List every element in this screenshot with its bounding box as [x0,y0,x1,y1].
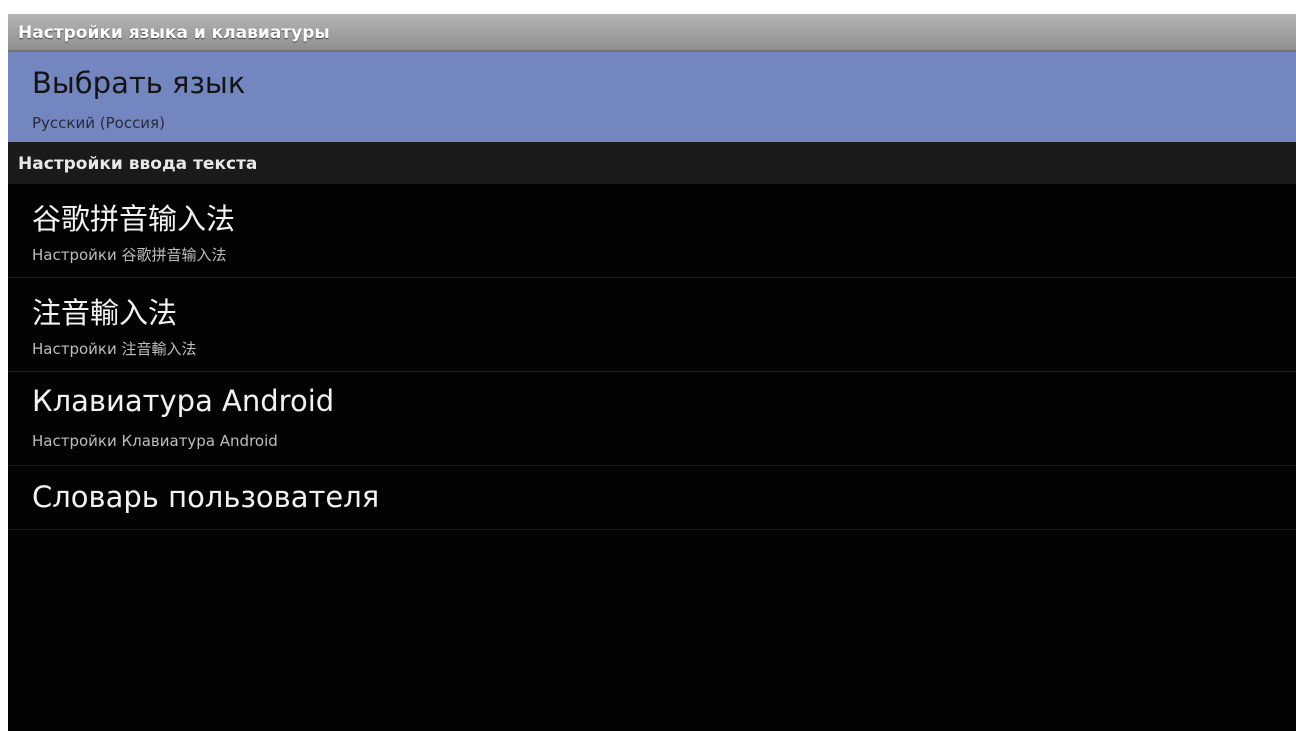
input-settings-category: Настройки ввода текста [8,142,1296,184]
select-language-item[interactable]: Выбрать язык Русский (Россия) [8,52,1296,142]
user-dictionary-title: Словарь пользователя [32,480,380,514]
select-language-summary: Русский (Россия) [32,114,165,132]
input-method-title: 注音輸入法 [32,296,178,330]
input-method-summary: Настройки 谷歌拼音输入法 [32,246,227,264]
settings-screen: Настройки языка и клавиатуры Выбрать язы… [8,14,1296,731]
screen-title: Настройки языка и клавиатуры [8,14,1296,52]
input-method-item-android-keyboard[interactable]: Клавиатура Android Настройки Клавиатура … [8,372,1296,466]
input-method-item-google-pinyin[interactable]: 谷歌拼音输入法 Настройки 谷歌拼音输入法 [8,184,1296,278]
input-method-summary: Настройки 注音輸入法 [32,340,197,358]
input-method-title: 谷歌拼音输入法 [32,202,236,236]
user-dictionary-item[interactable]: Словарь пользователя [8,466,1296,530]
input-method-item-zhuyin[interactable]: 注音輸入法 Настройки 注音輸入法 [8,278,1296,372]
input-method-title: Клавиатура Android [32,384,335,418]
select-language-title: Выбрать язык [32,66,246,100]
input-method-summary: Настройки Клавиатура Android [32,432,278,450]
